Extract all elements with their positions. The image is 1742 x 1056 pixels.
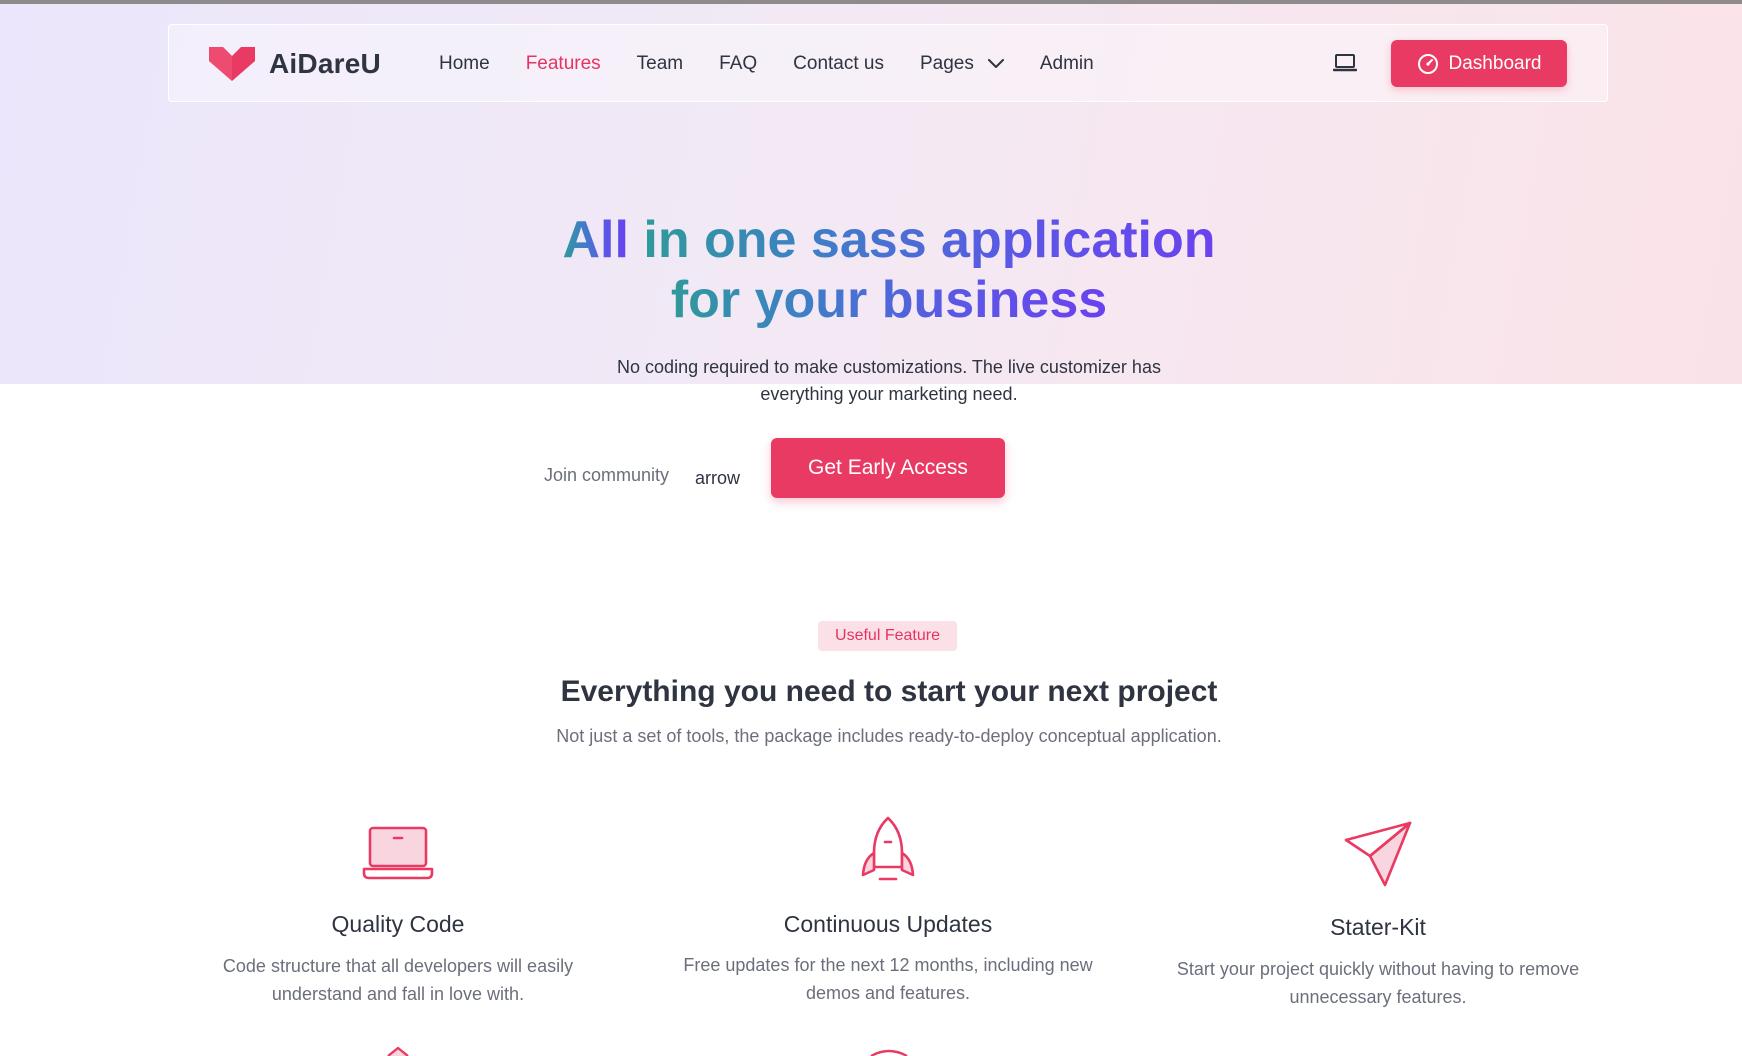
nav-features[interactable]: Features [526, 53, 601, 75]
brand-logo[interactable]: AiDareU [209, 47, 381, 81]
navbar: AiDareU Home Features Team FAQ Contact u… [168, 24, 1608, 102]
nav-contact-us[interactable]: Contact us [793, 53, 884, 75]
hero-title-word-all: All [562, 211, 629, 269]
next-row-feature-icon [870, 1049, 908, 1056]
hero-title: All in one sass application for your bus… [0, 210, 1742, 330]
feature-card-stater-kit: Stater-Kit Start your project quickly wi… [1148, 820, 1608, 1011]
feature-description: Start your project quickly without havin… [1148, 955, 1608, 1011]
hero-subtitle-line2: everything your marketing need. [760, 384, 1018, 404]
hero-title-line1: in one sass application [643, 211, 1216, 269]
brand-name: AiDareU [269, 48, 381, 79]
nav-pages-label: Pages [919, 53, 974, 74]
paper-plane-icon [1344, 821, 1412, 887]
gauge-icon [1417, 53, 1438, 74]
feature-description-line2: unnecessary features. [1289, 987, 1467, 1007]
feature-description-line1: Start your project quickly without havin… [1176, 959, 1580, 979]
dashboard-label: Dashboard [1448, 52, 1542, 74]
feature-title: Quality Code [331, 911, 465, 937]
dashboard-button[interactable]: Dashboard [1391, 40, 1567, 87]
arrow-image-alt-text: arrow [695, 468, 741, 488]
feature-description: Free updates for the next 12 months, inc… [658, 951, 1118, 1007]
hero-subtitle: No coding required to make customization… [0, 354, 1742, 408]
features-title-rest: to start your next project [864, 675, 1218, 708]
feature-card-quality-code: Quality Code Code structure that all dev… [168, 825, 628, 1008]
nav-faq[interactable]: FAQ [719, 53, 757, 75]
features-section-title: Everything you need to start your next p… [0, 675, 1742, 709]
chevron-down-icon [987, 59, 1004, 68]
nav-menu: Home Features Team FAQ Contact us Pages … [439, 25, 1130, 103]
features-title-bold: Everything you need [560, 675, 856, 708]
feature-description-line2: understand and fall in love with. [271, 984, 525, 1004]
feature-description: Code structure that all developers will … [168, 952, 628, 1008]
get-early-access-button[interactable]: Get Early Access [771, 438, 1005, 498]
nav-admin[interactable]: Admin [1040, 53, 1094, 75]
features-section-subtitle: Not just a set of tools, the package inc… [556, 726, 1222, 746]
feature-description-line2: demos and features. [805, 983, 971, 1003]
laptop-icon[interactable] [1333, 53, 1357, 73]
rocket-icon [861, 816, 915, 881]
nav-home[interactable]: Home [439, 53, 490, 75]
heart-logo-icon [209, 47, 255, 81]
hero-subtitle-line1: No coding required to make customization… [617, 357, 1161, 377]
feature-title: Stater-Kit [1330, 914, 1426, 940]
feature-card-continuous-updates: Continuous Updates Free updates for the … [658, 815, 1118, 1007]
laptop-icon [362, 826, 434, 880]
nav-team[interactable]: Team [637, 53, 683, 75]
nav-pages-dropdown[interactable]: Pages [920, 53, 1004, 75]
next-row-feature-icon [387, 1046, 409, 1056]
join-community-link[interactable]: Join community [544, 465, 669, 486]
hero-title-line2: for your business [670, 271, 1108, 329]
feature-description-line1: Free updates for the next 12 months, inc… [683, 955, 1093, 975]
useful-feature-badge: Useful Feature [818, 621, 957, 651]
feature-description-line1: Code structure that all developers will … [222, 956, 574, 976]
feature-title: Continuous Updates [783, 911, 993, 937]
